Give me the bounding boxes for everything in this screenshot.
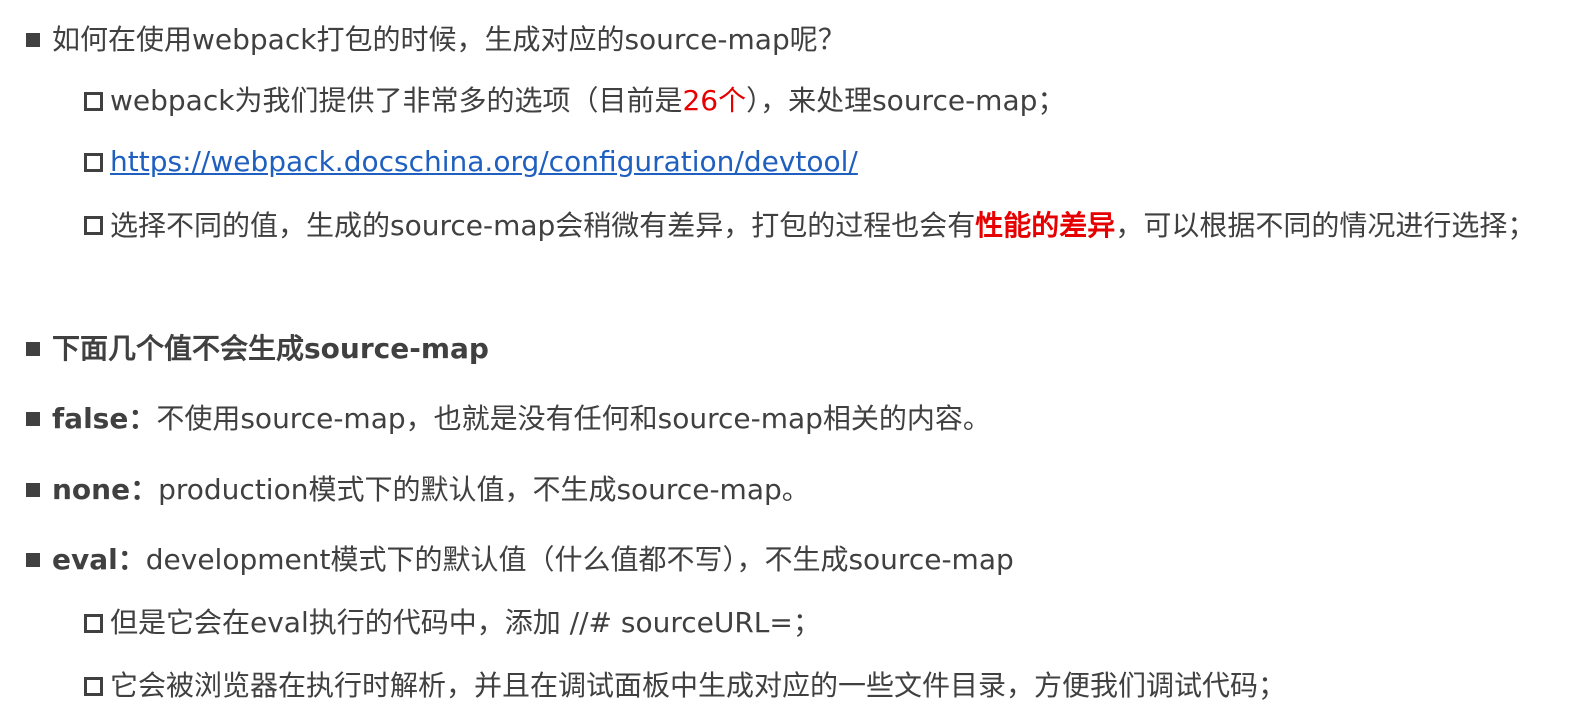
sub-bullet-text: 选择不同的值，生成的source-map会稍微有差异，打包的过程也会有性能的差异… bbox=[110, 198, 1562, 254]
bullet-item: false：不使用source-map，也就是没有任何和source-map相关… bbox=[26, 392, 991, 446]
bullet-item: none：production模式下的默认值，不生成source-map。 bbox=[26, 463, 810, 517]
sub-bullet-text: webpack为我们提供了非常多的选项（目前是26个），来处理source-ma… bbox=[110, 74, 1065, 128]
square-bullet-icon bbox=[26, 342, 40, 356]
sub-bullet-item: https://webpack.docschina.org/configurat… bbox=[84, 135, 858, 189]
bullet-text: 如何在使用webpack打包的时候，生成对应的source-map呢？ bbox=[52, 23, 846, 56]
text-segment: ），来处理source-map； bbox=[746, 84, 1066, 117]
term-description: production模式下的默认值，不生成source-map。 bbox=[158, 473, 810, 506]
sub-bullet-item: 但是它会在eval执行的代码中，添加 //# sourceURL=； bbox=[84, 596, 821, 650]
text-segment: ，可以根据不同的情况进行选择； bbox=[1115, 209, 1536, 242]
devtool-docs-link[interactable]: https://webpack.docschina.org/configurat… bbox=[110, 135, 858, 189]
term-label: false： bbox=[52, 402, 157, 435]
sub-bullet-item: webpack为我们提供了非常多的选项（目前是26个），来处理source-ma… bbox=[84, 74, 1065, 128]
hollow-square-bullet-icon bbox=[84, 153, 103, 172]
sub-bullet-item: 选择不同的值，生成的source-map会稍微有差异，打包的过程也会有性能的差异… bbox=[84, 198, 1562, 254]
hollow-square-bullet-icon bbox=[84, 92, 103, 111]
bullet-text: eval：development模式下的默认值（什么值都不写），不生成sourc… bbox=[52, 533, 1014, 587]
square-bullet-icon bbox=[26, 553, 40, 567]
hollow-square-bullet-icon bbox=[84, 216, 103, 235]
highlight-text: 性能的差异 bbox=[975, 209, 1116, 242]
square-bullet-icon bbox=[26, 33, 40, 47]
term-description: 不使用source-map，也就是没有任何和source-map相关的内容。 bbox=[156, 402, 991, 435]
hollow-square-bullet-icon bbox=[84, 614, 103, 633]
term-label: eval： bbox=[52, 543, 146, 576]
bullet-text: false：不使用source-map，也就是没有任何和source-map相关… bbox=[52, 392, 991, 446]
bullet-item: 如何在使用webpack打包的时候，生成对应的source-map呢？ bbox=[26, 13, 846, 67]
sub-bullet-text: 但是它会在eval执行的代码中，添加 //# sourceURL=； bbox=[110, 606, 821, 639]
text-segment: 选择不同的值，生成的source-map会稍微有差异，打包的过程也会有 bbox=[110, 209, 976, 242]
sub-bullet-item: 它会被浏览器在执行时解析，并且在调试面板中生成对应的一些文件目录，方便我们调试代… bbox=[84, 659, 1286, 713]
square-bullet-icon bbox=[26, 483, 40, 497]
bullet-item: eval：development模式下的默认值（什么值都不写），不生成sourc… bbox=[26, 533, 1014, 587]
bullet-item: 下面几个值不会生成source-map bbox=[26, 322, 489, 376]
square-bullet-icon bbox=[26, 412, 40, 426]
term-description: development模式下的默认值（什么值都不写），不生成source-map bbox=[145, 543, 1014, 576]
sub-bullet-text: 它会被浏览器在执行时解析，并且在调试面板中生成对应的一些文件目录，方便我们调试代… bbox=[110, 669, 1287, 702]
slide: 如何在使用webpack打包的时候，生成对应的source-map呢？ webp… bbox=[0, 0, 1574, 714]
bullet-text: 下面几个值不会生成source-map bbox=[52, 332, 489, 365]
text-segment: webpack为我们提供了非常多的选项（目前是 bbox=[110, 84, 683, 117]
hollow-square-bullet-icon bbox=[84, 677, 103, 696]
highlight-text: 26个 bbox=[682, 84, 747, 117]
term-label: none： bbox=[52, 473, 159, 506]
bullet-text: none：production模式下的默认值，不生成source-map。 bbox=[52, 463, 810, 517]
